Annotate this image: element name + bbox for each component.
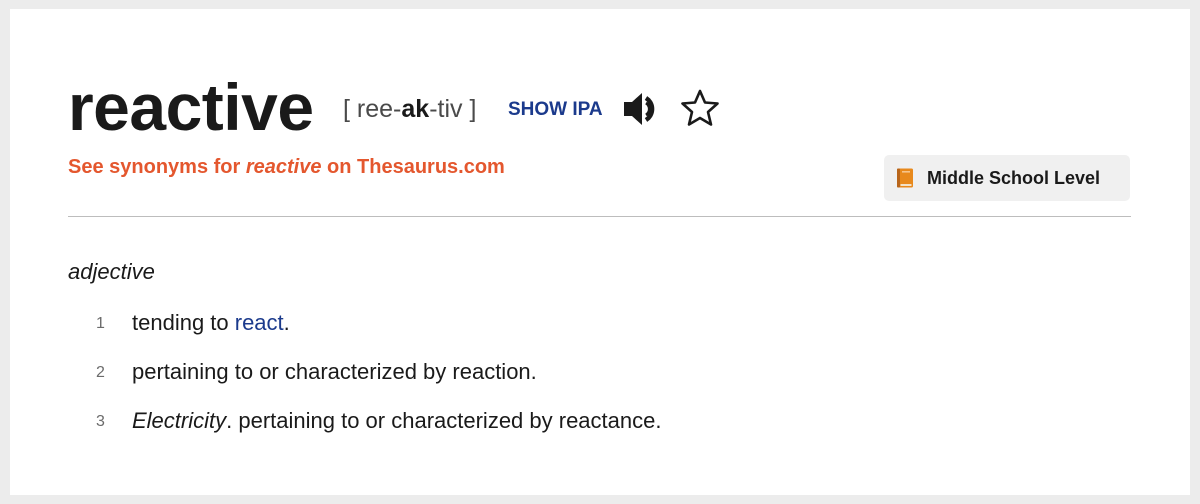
pronunciation-syllable-3: -tiv [429,95,463,123]
level-badge-label: Middle School Level [927,168,1101,188]
pronunciation-stressed-syllable: ak [401,95,430,123]
react-link[interactable]: react [235,310,284,335]
pronunciation: [ ree-ak-tiv ] [343,94,476,124]
star-outline-icon[interactable] [680,88,720,128]
show-ipa-button[interactable]: SHOW IPA [508,98,603,122]
sense-number: 1 [96,315,105,332]
book-icon [896,168,914,188]
definition-card: reactive [ ree-ak-tiv ] SHOW IPA See syn… [10,9,1190,495]
synonyms-word: reactive [245,156,322,178]
pronunciation-syllable-1: ree- [356,95,402,123]
synonyms-prefix: See synonyms for [68,156,246,178]
sense-text: . pertaining to or characterized by reac… [226,408,662,433]
sense-number: 3 [96,413,105,430]
thesaurus-synonyms-link[interactable]: See synonyms for reactive on Thesaurus.c… [68,155,505,179]
speaker-icon[interactable] [622,91,662,127]
headword: reactive [68,70,314,144]
sense-text-before: tending to [132,310,235,335]
sense-number: 2 [96,364,105,381]
level-badge[interactable]: Middle School Level [884,155,1130,201]
divider [68,216,1131,217]
sense-field-label: Electricity [132,408,227,433]
pronunciation-open-bracket: [ [343,95,350,123]
part-of-speech: adjective [68,259,155,284]
pronunciation-close-bracket: ] [469,95,477,123]
sense-definition: Electricity. pertaining to or characteri… [132,407,661,435]
sense-definition: tending to react. [132,309,290,337]
synonyms-suffix: on Thesaurus.com [321,156,505,178]
sense-text-after: . [283,310,290,335]
sense-definition: pertaining to or characterized by reacti… [132,359,537,384]
